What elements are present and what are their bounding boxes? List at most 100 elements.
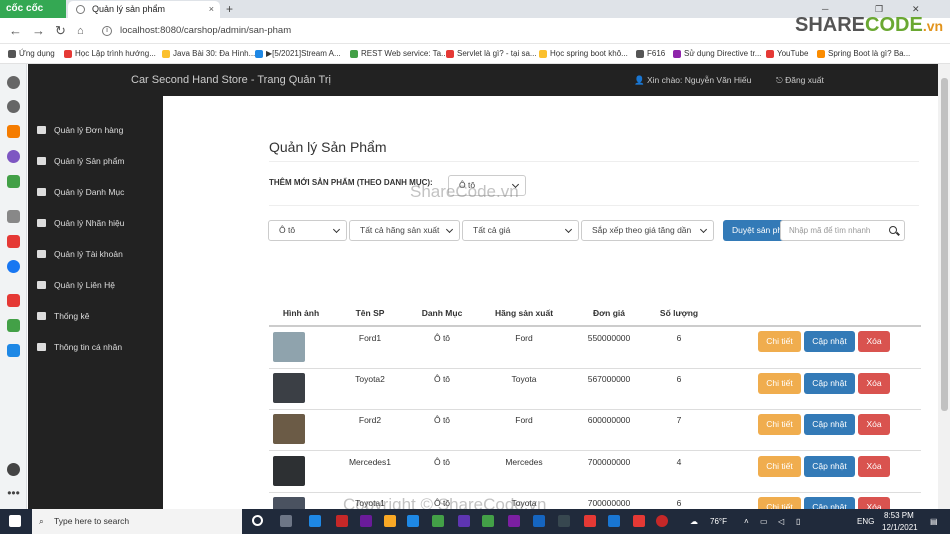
reload-icon[interactable]: ↻ (55, 22, 66, 40)
bookmark-item[interactable]: ▶[5/2021]Stream A... (255, 44, 341, 64)
bookmark-label: Ứng dụng (19, 49, 55, 58)
product-quantity: 6 (676, 498, 682, 508)
browser-brand[interactable]: cốc cốc (0, 0, 66, 18)
detail-button[interactable]: Chi tiết (758, 414, 801, 435)
weather-temp[interactable]: 76°F (710, 509, 727, 534)
app-icon[interactable] (458, 515, 470, 527)
update-button[interactable]: Cập nhật (804, 331, 855, 352)
weather-icon[interactable]: ☁ (690, 509, 698, 534)
settings-icon[interactable] (7, 76, 20, 89)
update-button[interactable]: Cập nhật (804, 373, 855, 394)
quick-search-input[interactable]: Nhập mã để tìm nhanh (780, 220, 905, 241)
network-icon[interactable]: ▭ (760, 509, 768, 534)
history-icon[interactable] (7, 100, 20, 113)
app-icon[interactable] (482, 515, 494, 527)
price-filter-select[interactable]: Tất cả giá (462, 220, 579, 241)
sidebar-item-brands[interactable]: Quản lý Nhãn hiệu (37, 215, 124, 231)
vscode-icon[interactable] (407, 515, 419, 527)
bookmark-item[interactable]: REST Web service: Ta... (350, 44, 448, 64)
update-button[interactable]: Cập nhật (804, 456, 855, 477)
messenger-icon[interactable] (7, 150, 20, 163)
visual-studio-icon[interactable] (508, 515, 520, 527)
detail-button[interactable]: Chi tiết (758, 456, 801, 477)
bookmark-item[interactable]: Sử dụng Directive tr... (673, 44, 761, 64)
category-filter-select[interactable]: Ô tô (268, 220, 347, 241)
delete-button[interactable]: Xóa (858, 331, 890, 352)
brand-filter-select[interactable]: Tất cả hãng sản xuất (349, 220, 460, 241)
home-icon[interactable]: ⌂ (77, 22, 84, 40)
delete-button[interactable]: Xóa (858, 373, 890, 394)
app-icon[interactable] (608, 515, 620, 527)
new-tab-button[interactable]: + (226, 0, 233, 18)
more-icon[interactable]: ••• (7, 487, 20, 501)
coccoc-icon[interactable] (432, 515, 444, 527)
cortana-icon[interactable] (252, 515, 263, 526)
sale-icon[interactable] (7, 344, 20, 357)
bookmark-item[interactable]: Java Bài 30: Đa Hình... (162, 44, 255, 64)
update-button[interactable]: Cập nhật (804, 497, 855, 509)
windows-start-icon[interactable] (9, 515, 21, 527)
info-icon[interactable]: i (102, 26, 112, 36)
coupon-icon[interactable] (7, 319, 20, 332)
youtube-icon[interactable] (7, 235, 20, 248)
search-icon[interactable] (889, 226, 897, 234)
page-scrollbar-thumb[interactable] (941, 78, 948, 411)
add-new-label: THÊM MỚI SẢN PHẨM (THEO DANH MỤC): (269, 178, 433, 187)
detail-button[interactable]: Chi tiết (758, 497, 801, 509)
game-icon[interactable] (7, 175, 20, 188)
sidebar-item-products[interactable]: Quản lý Sản phẩm (37, 153, 124, 169)
bookmark-item[interactable]: Spring Boot là gì? Ba... (817, 44, 910, 64)
facebook-icon[interactable] (7, 260, 20, 273)
promo-icon[interactable] (7, 294, 20, 307)
add-icon[interactable] (7, 210, 20, 223)
sidebar-item-contacts[interactable]: Quản lý Liên Hệ (37, 277, 115, 293)
sort-select[interactable]: Sắp xếp theo giá tăng dần (581, 220, 714, 241)
notification-bell-icon[interactable] (7, 463, 20, 476)
language-indicator[interactable]: ENG (857, 509, 874, 534)
tray-chevron-icon[interactable]: ˄ (744, 509, 749, 534)
edge-icon[interactable] (309, 515, 321, 527)
delete-button[interactable]: Xóa (858, 414, 890, 435)
store-title[interactable]: Car Second Hand Store - Trang Quản Trị (131, 64, 331, 96)
sidebar-item-statistics[interactable]: Thống kê (37, 308, 89, 324)
update-button[interactable]: Cập nhật (804, 414, 855, 435)
delete-button[interactable]: Xóa (858, 456, 890, 477)
cart-icon (37, 126, 46, 134)
file-explorer-icon[interactable] (384, 515, 396, 527)
user-greeting[interactable]: 👤 Xin chào: Nguyễn Văn Hiếu (634, 64, 751, 96)
notifications-icon[interactable]: ▤ (930, 509, 938, 534)
product-category: Ô tô (433, 333, 451, 343)
product-brand: Ford (515, 333, 533, 343)
bookmark-item[interactable]: Ứng dụng (8, 44, 55, 64)
sidebar-item-orders[interactable]: Quản lý Đơn hàng (37, 122, 123, 138)
detail-button[interactable]: Chi tiết (758, 373, 801, 394)
sidebar-item-profile[interactable]: Thông tin cá nhân (37, 339, 122, 355)
sidebar-item-accounts[interactable]: Quản lý Tài khoản (37, 246, 123, 262)
tab-close-icon[interactable]: × (209, 1, 214, 18)
app-icon[interactable] (533, 515, 545, 527)
browser-tab-active[interactable]: Quản lý sản phẩm × (68, 1, 220, 18)
bookmark-item[interactable]: Servlet là gì? - tại sa... (446, 44, 537, 64)
crown-icon[interactable] (7, 125, 20, 138)
volume-icon[interactable]: ◁ (778, 509, 784, 534)
battery-icon[interactable]: ▯ (796, 509, 800, 534)
premiere-icon[interactable] (360, 515, 372, 527)
task-view-icon[interactable] (280, 515, 292, 527)
back-icon[interactable]: ← (9, 22, 22, 40)
chrome-icon[interactable] (656, 515, 668, 527)
bookmark-item[interactable]: F616 (636, 44, 665, 64)
taskbar-search[interactable]: ⌕ Type here to search (32, 509, 242, 534)
clock-date[interactable]: 12/1/2021 (882, 515, 918, 540)
bookmark-item[interactable]: Học spring boot khô... (539, 44, 628, 64)
bookmark-item[interactable]: Học Lập trình hướng... (64, 44, 156, 64)
detail-button[interactable]: Chi tiết (758, 331, 801, 352)
logout-link[interactable]: ⎋ Đăng xuất (776, 64, 824, 96)
record-icon[interactable] (633, 515, 645, 527)
app-icon[interactable] (558, 515, 570, 527)
app-icon[interactable] (336, 515, 348, 527)
app-icon[interactable] (584, 515, 596, 527)
sidebar-item-categories[interactable]: Quản lý Danh Mục (37, 184, 124, 200)
url-field[interactable]: i localhost:8080/carshop/admin/san-pham (98, 22, 778, 40)
forward-icon[interactable]: → (32, 22, 45, 40)
bookmark-item[interactable]: YouTube (766, 44, 808, 64)
